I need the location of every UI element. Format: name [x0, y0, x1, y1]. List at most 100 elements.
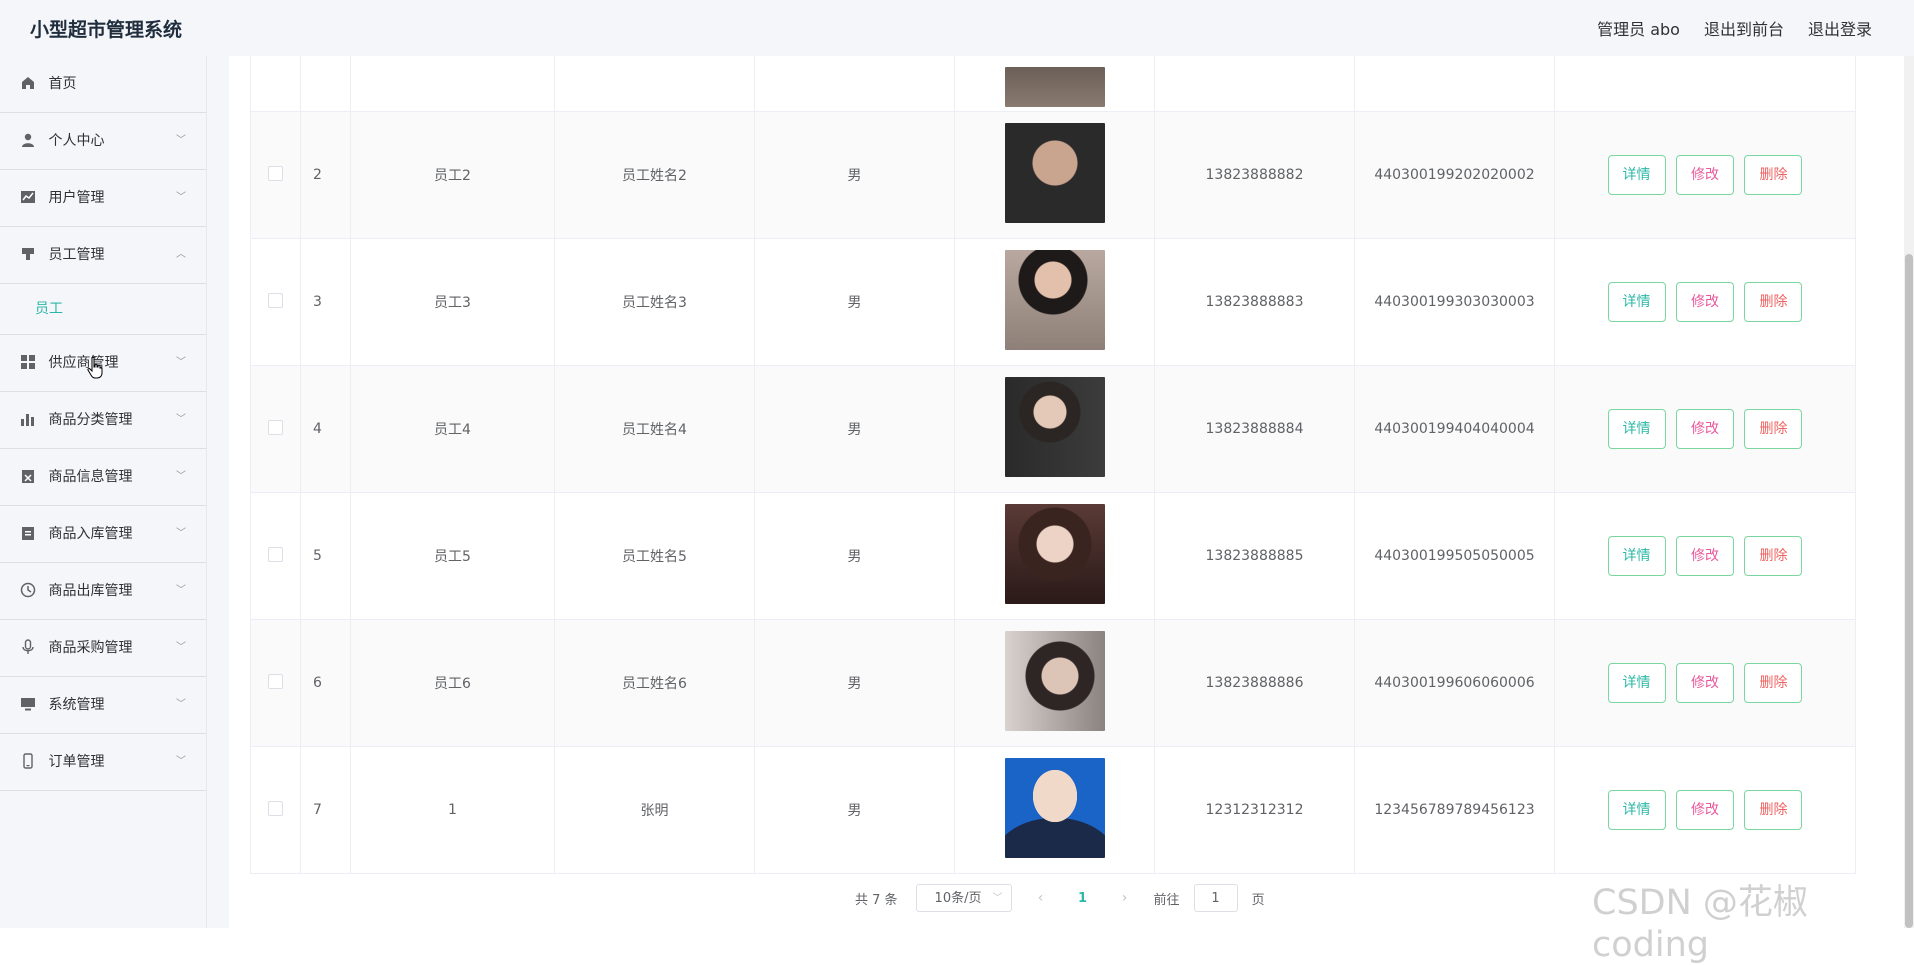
edit-button[interactable]: 修改 — [1676, 155, 1734, 195]
phone-icon — [23, 752, 33, 769]
edit-button[interactable]: 修改 — [1676, 536, 1734, 576]
edit-button[interactable]: 修改 — [1676, 663, 1734, 703]
home-icon — [22, 76, 34, 89]
logout-link[interactable]: 退出登录 — [1808, 16, 1872, 40]
account-cell: 员工2 — [350, 111, 555, 239]
idcard-cell: 440300199505050005 — [1354, 492, 1555, 620]
detail-button[interactable]: 详情 — [1607, 155, 1666, 195]
checkbox-cell — [250, 111, 301, 239]
chevron-down-icon: ﹀ — [176, 585, 186, 596]
mouse-cursor-icon — [87, 356, 103, 379]
sidebar-item-products[interactable]: 商品信息管理 ﹀ — [0, 449, 206, 506]
idcard-cell: 440300199202020002 — [1354, 111, 1555, 239]
row-checkbox[interactable] — [268, 673, 283, 689]
staff-photo — [1004, 631, 1105, 731]
detail-button[interactable]: 详情 — [1607, 409, 1666, 449]
checkbox-cell — [250, 619, 301, 747]
phone-cell: 13823888886 — [1154, 619, 1355, 747]
detail-button[interactable]: 详情 — [1607, 790, 1666, 830]
idcard-cell: 440300199404040004 — [1354, 365, 1555, 493]
chevron-down-icon: ﹀ — [176, 357, 186, 368]
row-checkbox[interactable] — [268, 546, 283, 562]
actions-cell: 详情 修改 删除 — [1554, 492, 1856, 620]
staff-table: 详情 修改 删除 2 员工2 员工姓名2 男 13823888882 44030… — [250, 0, 1856, 874]
clipboard-x-icon — [22, 469, 34, 483]
row-checkbox[interactable] — [268, 292, 283, 308]
edit-button[interactable]: 修改 — [1676, 790, 1734, 830]
sidebar-item-stock-in[interactable]: 商品入库管理 ﹀ — [0, 506, 206, 563]
chevron-down-icon: ﹀ — [176, 192, 186, 203]
edit-button[interactable]: 修改 — [1676, 282, 1734, 322]
user-icon — [22, 133, 34, 147]
next-page-button[interactable]: › — [1110, 890, 1140, 906]
row-checkbox[interactable] — [268, 419, 283, 435]
page-number-current[interactable]: 1 — [1070, 891, 1096, 906]
chevron-down-icon: ﹀ — [176, 528, 186, 539]
delete-button[interactable]: 删除 — [1744, 155, 1803, 195]
goto-page-input[interactable] — [1193, 884, 1238, 912]
sidebar-subitem-staff[interactable]: 员工 — [0, 284, 206, 335]
delete-button[interactable]: 删除 — [1744, 790, 1803, 830]
sidebar: 首页 个人中心 ﹀ 用户管理 ﹀ 员工管理 ︿ 员工 供应商管理 ﹀ 商品分类管… — [0, 56, 207, 928]
sidebar-item-home[interactable]: 首页 — [0, 56, 206, 113]
page-scrollbar[interactable] — [1904, 56, 1914, 928]
sidebar-item-label: 订单管理 — [48, 754, 105, 770]
brush-icon — [22, 247, 34, 260]
chevron-down-icon: ﹀ — [176, 699, 186, 710]
row-checkbox[interactable] — [268, 800, 283, 816]
delete-button[interactable]: 删除 — [1744, 282, 1803, 322]
photo-cell — [954, 746, 1155, 874]
sidebar-item-purchasing[interactable]: 商品采购管理 ﹀ — [0, 620, 206, 677]
sidebar-item-staff[interactable]: 员工管理 ︿ — [0, 227, 206, 284]
index-cell: 6 — [300, 619, 351, 747]
sidebar-item-users[interactable]: 用户管理 ﹀ — [0, 170, 206, 227]
account-cell: 员工6 — [350, 619, 555, 747]
phone-cell: 12312312312 — [1154, 746, 1355, 874]
index-cell: 5 — [300, 492, 351, 620]
sidebar-item-profile[interactable]: 个人中心 ﹀ — [0, 113, 206, 170]
gender-cell: 男 — [754, 238, 955, 366]
account-cell: 员工4 — [350, 365, 555, 493]
delete-button[interactable]: 删除 — [1744, 663, 1803, 703]
app-title: 小型超市管理系统 — [30, 19, 183, 41]
detail-button[interactable]: 详情 — [1607, 536, 1666, 576]
sidebar-item-label: 商品出库管理 — [48, 583, 133, 599]
sidebar-item-label: 供应商管理 — [48, 355, 119, 371]
delete-button[interactable]: 删除 — [1744, 409, 1803, 449]
checkbox-cell — [250, 746, 301, 874]
admin-label: 管理员 abo — [1597, 20, 1680, 39]
delete-button[interactable]: 删除 — [1744, 536, 1803, 576]
prev-page-button[interactable]: ‹ — [1026, 890, 1056, 906]
top-actions: 管理员 abo 退出到前台 退出登录 — [1597, 16, 1872, 40]
edit-button[interactable]: 修改 — [1676, 409, 1734, 449]
sidebar-item-label: 商品信息管理 — [48, 469, 133, 485]
row-checkbox[interactable] — [268, 165, 283, 181]
detail-button[interactable]: 详情 — [1607, 663, 1666, 703]
name-cell: 张明 — [554, 746, 755, 874]
pagination: 共 7 条 10条/页 ﹀ ‹ 1 › 前往 页 — [855, 884, 1265, 912]
staff-photo — [1004, 377, 1105, 477]
actions-cell: 详情 修改 删除 — [1554, 111, 1856, 239]
page-suffix: 页 — [1251, 892, 1265, 908]
sidebar-item-stock-out[interactable]: 商品出库管理 ﹀ — [0, 563, 206, 620]
watermark: CSDN @花椒coding — [1592, 883, 1808, 965]
sidebar-item-system[interactable]: 系统管理 ﹀ — [0, 677, 206, 734]
table-row: 7 1 张明 男 12312312312 123456789789456123 … — [250, 746, 1856, 874]
name-cell: 员工姓名2 — [554, 111, 755, 239]
gender-cell: 男 — [754, 365, 955, 493]
index-cell: 2 — [300, 111, 351, 239]
scrollbar-thumb[interactable] — [1905, 254, 1913, 928]
actions-cell: 详情 修改 删除 — [1554, 365, 1856, 493]
detail-button[interactable]: 详情 — [1607, 282, 1666, 322]
grid-icon — [21, 354, 35, 369]
chevron-down-icon: ﹀ — [176, 471, 186, 482]
back-frontend-link[interactable]: 退出到前台 — [1704, 16, 1784, 40]
sidebar-item-label: 个人中心 — [48, 133, 105, 149]
chevron-down-icon: ﹀ — [176, 756, 186, 767]
page-size-select[interactable]: 10条/页 ﹀ — [915, 884, 1012, 912]
checkbox-cell — [250, 238, 301, 366]
sidebar-item-orders[interactable]: 订单管理 ﹀ — [0, 734, 206, 791]
sidebar-item-categories[interactable]: 商品分类管理 ﹀ — [0, 392, 206, 449]
clock-icon — [20, 582, 36, 597]
table-row: 4 员工4 员工姓名4 男 13823888884 44030019940404… — [250, 365, 1856, 493]
